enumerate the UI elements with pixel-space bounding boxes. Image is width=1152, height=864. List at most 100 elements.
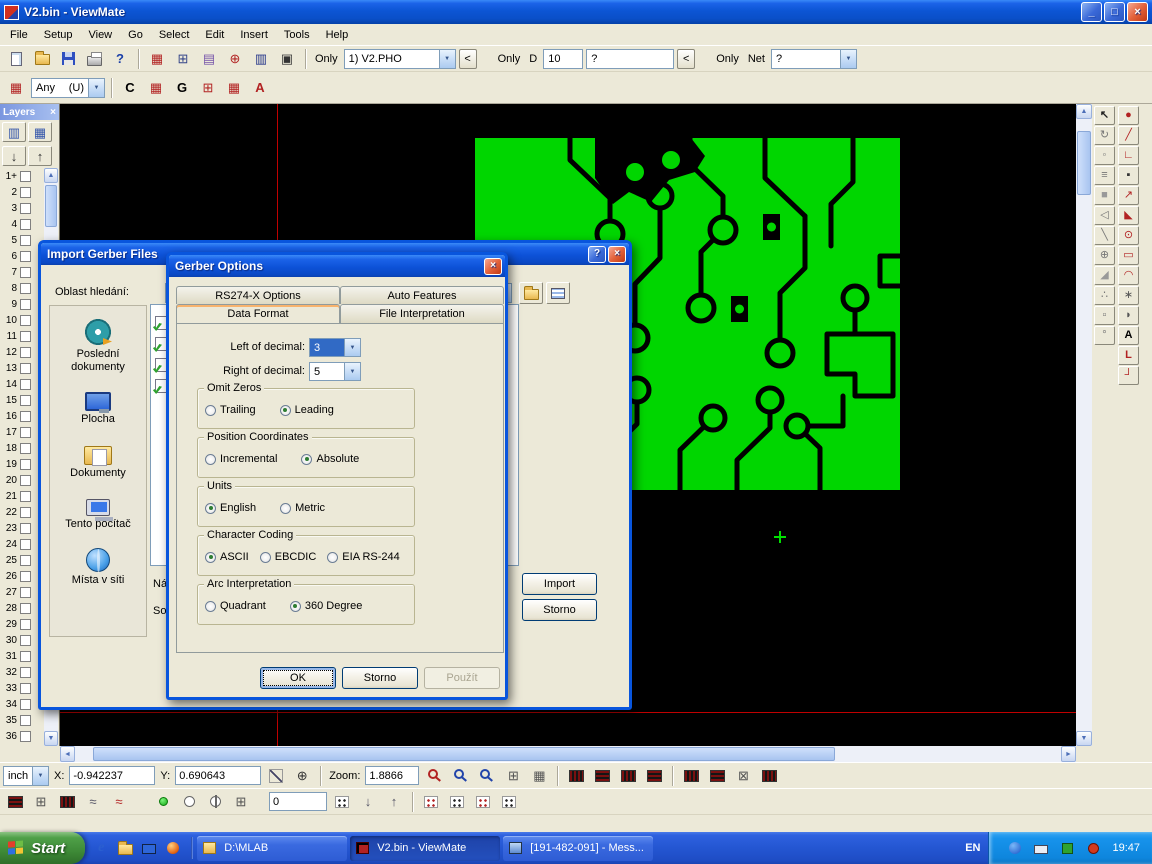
layer-checkbox[interactable] [20, 715, 31, 726]
layers-tool-icon[interactable]: ≡ [1094, 166, 1115, 185]
layer-checkbox[interactable] [20, 619, 31, 630]
canvas-vscrollbar[interactable]: ▲ ▼ [1076, 104, 1092, 746]
layer-row-36[interactable]: 36 [0, 728, 44, 744]
layer-checkbox[interactable] [20, 299, 31, 310]
layer-checkbox[interactable] [20, 331, 31, 342]
frame-select-icon[interactable] [3, 791, 27, 813]
circle-pad-tool-icon[interactable]: ⊙ [1118, 226, 1139, 245]
radio-quadrant[interactable]: Quadrant [205, 600, 266, 612]
menu-go[interactable]: Go [120, 26, 151, 44]
radio-metric[interactable]: Metric [280, 502, 325, 514]
layer-row-4[interactable]: 4 [0, 216, 44, 232]
pattern-black-icon[interactable] [445, 791, 469, 813]
vector-tool-icon[interactable]: ↗ [1118, 186, 1139, 205]
net-table3-icon[interactable] [757, 765, 781, 787]
dialog-help-button[interactable]: ? [588, 246, 606, 263]
open-file-icon[interactable] [30, 48, 54, 70]
layer-checkbox[interactable] [20, 427, 31, 438]
gerber-storno-button[interactable]: Storno [342, 667, 418, 689]
net-table2-icon[interactable] [705, 765, 729, 787]
layer-checkbox[interactable] [20, 587, 31, 598]
radio-trailing[interactable]: Trailing [205, 404, 256, 416]
highlight-icon[interactable]: ▤ [197, 48, 221, 70]
layer-checkbox[interactable] [20, 507, 31, 518]
dropdown-arrow-icon[interactable]: ▼ [88, 79, 104, 97]
canvas-hscrollbar[interactable]: ◄ ► [60, 746, 1076, 762]
dcode-grid-icon[interactable]: ▦ [145, 48, 169, 70]
corner-bracket-tool-icon[interactable]: ┘ [1118, 366, 1139, 385]
layer-checkbox[interactable] [20, 347, 31, 358]
layer-checkbox[interactable] [20, 379, 31, 390]
import-button[interactable]: Import [522, 573, 597, 595]
start-button[interactable]: Start [0, 832, 85, 864]
scroll-down-icon[interactable]: ▼ [44, 731, 58, 746]
move-layer-up-icon[interactable]: ↑ [28, 146, 52, 166]
new-file-icon[interactable] [4, 48, 28, 70]
layer-swap-icon[interactable]: ▦ [4, 77, 28, 99]
zoom-out-icon[interactable] [474, 765, 498, 787]
only-dcode-label[interactable]: Only [495, 53, 524, 65]
quick-launch-folder-icon[interactable] [115, 837, 135, 859]
layer-checkbox[interactable] [20, 603, 31, 614]
rectangle-tool-icon[interactable]: ▭ [1118, 246, 1139, 265]
component-toggle-icon[interactable]: C [118, 77, 142, 99]
radio-leading[interactable]: Leading [280, 404, 334, 416]
layer-checkbox[interactable] [20, 667, 31, 678]
radio-absolute[interactable]: Absolute [301, 453, 359, 465]
pattern-red2-icon[interactable] [471, 791, 495, 813]
mirror-tool-icon[interactable]: ◁ [1094, 206, 1115, 225]
menu-help[interactable]: Help [318, 26, 357, 44]
filled-rect-tool-icon[interactable]: ▪ [1118, 166, 1139, 185]
layer-checkbox[interactable] [20, 571, 31, 582]
moire-tool-icon[interactable]: ◗ [1118, 306, 1139, 325]
help-pointer-icon[interactable]: ? [108, 48, 132, 70]
layer-checkbox[interactable] [20, 683, 31, 694]
align-up-icon[interactable]: ↑ [382, 791, 406, 813]
place-documents[interactable]: Dokumenty [50, 442, 146, 480]
layers-list-icon[interactable]: ▥ [2, 122, 26, 142]
prev-layer-button[interactable]: < [459, 49, 477, 69]
dot-grid-icon[interactable] [330, 791, 354, 813]
origin-marker-icon[interactable]: ⊕ [290, 765, 314, 787]
taskbar-button-v2-bin-viewmate[interactable]: V2.bin - ViewMate [350, 836, 500, 861]
layer-checkbox[interactable] [20, 219, 31, 230]
layer-checkbox[interactable] [20, 523, 31, 534]
layers-close-icon[interactable]: × [50, 107, 56, 118]
tray-alert-icon[interactable] [1081, 837, 1105, 859]
layer-checkbox[interactable] [20, 443, 31, 454]
radio-incremental[interactable]: Incremental [205, 453, 277, 465]
layers-scroll-thumb[interactable] [45, 185, 57, 227]
layer-checkbox[interactable] [20, 203, 31, 214]
layer-row-3[interactable]: 3 [0, 200, 44, 216]
tray-volume-icon[interactable] [1055, 837, 1079, 859]
dot-tool-icon[interactable]: ◦ [1094, 146, 1115, 165]
language-indicator[interactable]: EN [957, 842, 988, 854]
place-network[interactable]: Místa v síti [50, 546, 146, 587]
tab-file-interpretation[interactable]: File Interpretation [340, 304, 504, 323]
radio-360-degree[interactable]: 360 Degree [290, 600, 363, 612]
apply-button[interactable]: Použít [424, 667, 500, 689]
sine2-icon[interactable]: ≈ [107, 791, 131, 813]
scroll-left-icon[interactable]: ◄ [60, 746, 75, 762]
quick-launch-browser-icon[interactable] [163, 837, 183, 859]
layer-checkbox[interactable] [20, 267, 31, 278]
pad-tool-icon[interactable]: ● [1118, 106, 1139, 125]
rect-small-tool-icon[interactable]: ▫ [1094, 306, 1115, 325]
cross-probe-icon[interactable]: ⊠ [731, 765, 755, 787]
print-icon[interactable] [82, 48, 106, 70]
dcode-table-icon[interactable] [564, 765, 588, 787]
vscroll-thumb[interactable] [1077, 131, 1091, 195]
layer-checkbox[interactable] [20, 315, 31, 326]
dropdown-arrow-icon[interactable]: ▼ [840, 50, 856, 68]
layer-checkbox[interactable] [20, 651, 31, 662]
menu-file[interactable]: File [2, 26, 36, 44]
scroll-up-icon[interactable]: ▲ [1076, 104, 1092, 119]
layers-grid-icon[interactable]: ▦ [28, 122, 52, 142]
tray-keyboard-icon[interactable] [1029, 837, 1053, 859]
gerber-close-button[interactable]: × [484, 258, 502, 275]
layer-checkbox[interactable] [20, 699, 31, 710]
menu-insert[interactable]: Insert [232, 26, 276, 44]
layer-row-1[interactable]: 1+ [0, 168, 44, 184]
layer-checkbox[interactable] [20, 187, 31, 198]
square-tool-icon[interactable]: ■ [1094, 186, 1115, 205]
